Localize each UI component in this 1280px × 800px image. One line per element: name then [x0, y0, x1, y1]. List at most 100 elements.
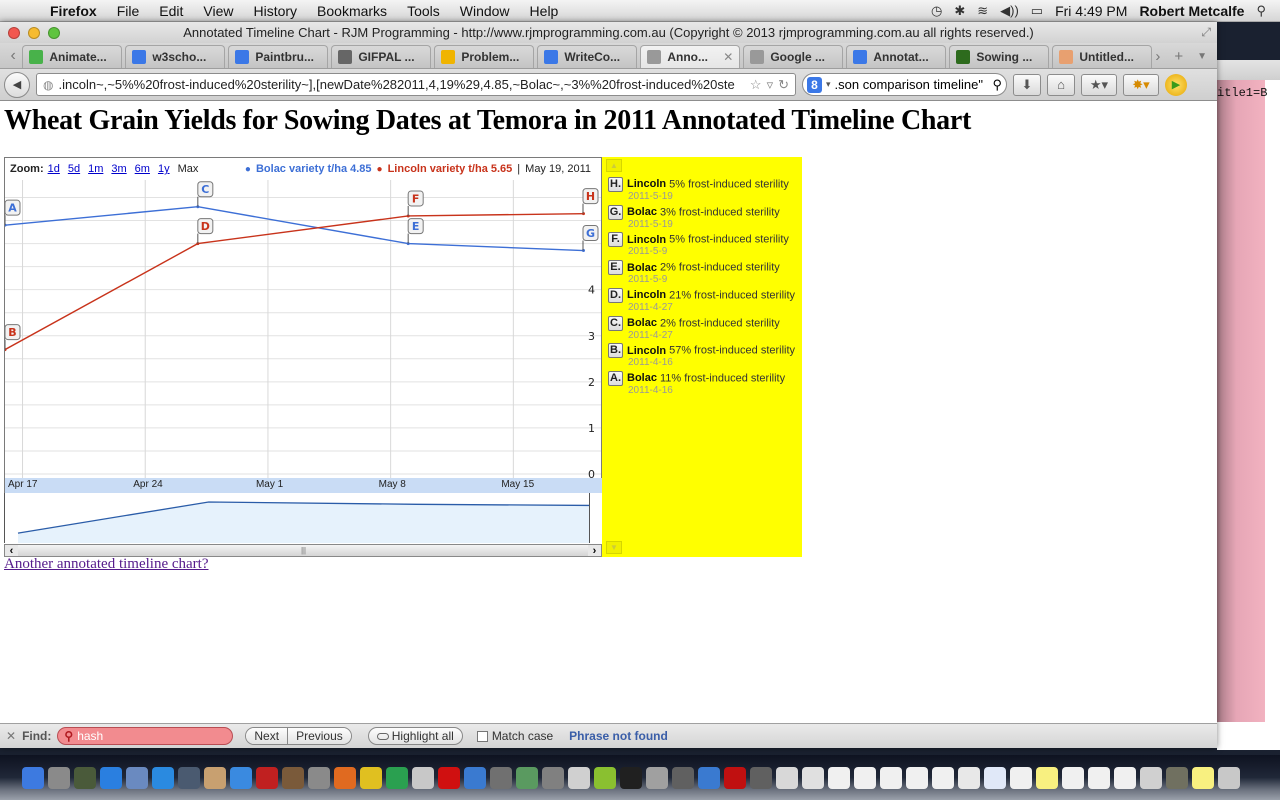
annotation-item[interactable]: A. Bolac 11% frost-induced sterility 2011-4…: [608, 370, 785, 396]
annotation-flag-A[interactable]: A: [5, 199, 21, 226]
dock-app-icon[interactable]: [152, 766, 174, 789]
dock-app-icon[interactable]: [1010, 766, 1032, 789]
annotation-flag-H[interactable]: H: [582, 188, 599, 214]
tab-8[interactable]: Google ...: [743, 45, 844, 68]
annotation-item[interactable]: D. Lincoln 21% frost-induced sterility 2011…: [608, 287, 795, 313]
annotation-letter[interactable]: C.: [608, 315, 623, 331]
dock-app-icon[interactable]: [516, 766, 538, 789]
tab-11[interactable]: Untitled...: [1052, 45, 1153, 68]
zoom-1m-link[interactable]: 1m: [88, 163, 103, 175]
bookmarks-button[interactable]: ★▾: [1081, 73, 1117, 96]
dock-app-icon[interactable]: [282, 766, 304, 789]
annotation-item[interactable]: F. Lincoln 5% frost-induced sterility 2011-…: [608, 232, 789, 257]
dock-app-icon[interactable]: [828, 766, 850, 789]
annotation-item[interactable]: E. Bolac 2% frost-induced sterility 2011-5-…: [608, 260, 780, 285]
clock[interactable]: Fri 4:49 PM: [1055, 3, 1127, 19]
dock-app-icon[interactable]: [204, 766, 226, 789]
annotation-item[interactable]: C. Bolac 2% frost-induced sterility 2011-4-…: [608, 315, 780, 341]
dock-app-icon[interactable]: [1114, 766, 1136, 789]
menu-view[interactable]: View: [193, 3, 243, 19]
dock-app-icon[interactable]: [906, 766, 928, 789]
tab-scroll-left-icon[interactable]: ‹: [4, 44, 22, 68]
url-text[interactable]: .incoln~,~5%%20frost-induced%20sterility…: [58, 77, 744, 92]
dock-app-icon[interactable]: [1218, 766, 1240, 789]
close-window-button[interactable]: [8, 26, 20, 39]
annotation-item[interactable]: H. Lincoln 5% frost-induced sterility 2011-…: [608, 177, 789, 202]
search-magnifier-icon[interactable]: ⚲: [992, 77, 1002, 93]
dock-app-icon[interactable]: [776, 766, 798, 789]
annotation-flag-G[interactable]: G: [582, 225, 599, 251]
dock-app-icon[interactable]: [620, 766, 642, 789]
dock-app-icon[interactable]: [984, 766, 1006, 789]
annotation-flag-D[interactable]: D: [197, 218, 214, 244]
spotlight-search-icon[interactable]: ⚲: [1256, 3, 1266, 19]
wifi-icon[interactable]: ≋: [977, 3, 988, 19]
dock-app-icon[interactable]: [308, 766, 330, 789]
dock-app-icon[interactable]: [594, 766, 616, 789]
dock-app-icon[interactable]: [100, 766, 122, 789]
zoom-1y-link[interactable]: 1y: [158, 163, 170, 175]
menu-help[interactable]: Help: [520, 3, 569, 19]
menu-bookmarks[interactable]: Bookmarks: [307, 3, 397, 19]
annotation-letter[interactable]: F.: [608, 232, 623, 248]
menu-file[interactable]: File: [107, 3, 150, 19]
dock-app-icon[interactable]: [230, 766, 252, 789]
dock-app-icon[interactable]: [880, 766, 902, 789]
annotation-letter[interactable]: H.: [608, 177, 623, 192]
dock-app-icon[interactable]: [256, 766, 278, 789]
annotation-flag-F[interactable]: F: [407, 190, 424, 216]
find-input-value[interactable]: hash: [77, 729, 103, 743]
url-history-dropdown-icon[interactable]: ▿: [767, 77, 774, 93]
list-all-tabs-icon[interactable]: ▼: [1197, 51, 1207, 62]
zoom-3m-link[interactable]: 3m: [111, 163, 126, 175]
annotation-letter[interactable]: E.: [608, 260, 623, 276]
tab-scroll-right-icon[interactable]: ›: [1155, 48, 1160, 65]
tab-9[interactable]: Annotat...: [846, 45, 947, 68]
scroll-grip-icon[interactable]: ||||: [301, 546, 306, 555]
home-button[interactable]: ⌂: [1047, 73, 1075, 96]
find-close-icon[interactable]: ✕: [6, 729, 16, 743]
menu-history[interactable]: History: [243, 3, 307, 19]
highlight-all-button[interactable]: Highlight all: [367, 727, 463, 745]
annotation-letter[interactable]: A.: [608, 370, 623, 386]
user-name[interactable]: Robert Metcalfe: [1139, 3, 1244, 19]
tab-4[interactable]: GIFPAL ...: [331, 45, 432, 68]
another-chart-link[interactable]: Another annotated timeline chart?: [4, 556, 209, 573]
dock-app-icon[interactable]: [1062, 766, 1084, 789]
engine-dropdown-icon[interactable]: ▾: [826, 79, 831, 90]
bluetooth-icon[interactable]: ✱: [954, 3, 965, 19]
tab-6[interactable]: WriteCo...: [537, 45, 638, 68]
zoom-window-button[interactable]: [48, 26, 60, 39]
time-machine-icon[interactable]: ◷: [931, 3, 942, 19]
minimize-window-button[interactable]: [28, 26, 40, 39]
site-identity-icon[interactable]: ◍: [43, 78, 53, 92]
dock-app-icon[interactable]: [1088, 766, 1110, 789]
scroll-left-arrow-icon[interactable]: ‹: [5, 545, 18, 557]
annotations-scroll-up-icon[interactable]: ▲: [606, 159, 622, 172]
dock-app-icon[interactable]: [74, 766, 96, 789]
annotation-letter[interactable]: G.: [608, 204, 623, 220]
dock-app-icon[interactable]: [126, 766, 148, 789]
volume-icon[interactable]: ◀)): [1000, 3, 1019, 19]
annotation-flag-C[interactable]: C: [197, 181, 214, 207]
dock-app-icon[interactable]: [438, 766, 460, 789]
tab-2[interactable]: w3scho...: [125, 45, 226, 68]
tab-3[interactable]: Paintbru...: [228, 45, 329, 68]
back-button[interactable]: ◀: [4, 71, 30, 98]
dock-app-icon[interactable]: [386, 766, 408, 789]
dock-app-icon[interactable]: [542, 766, 564, 789]
dock-app-icon[interactable]: [490, 766, 512, 789]
main-chart-plot[interactable]: 012346ACEGBDFH: [5, 180, 601, 478]
dock-app-icon[interactable]: [802, 766, 824, 789]
dock-app-icon[interactable]: [932, 766, 954, 789]
dock-app-icon[interactable]: [724, 766, 746, 789]
zoom-5d-link[interactable]: 5d: [68, 163, 80, 175]
dock-app-icon[interactable]: [464, 766, 486, 789]
dock-app-icon[interactable]: [1140, 766, 1162, 789]
close-tab-icon[interactable]: ✕: [723, 50, 733, 64]
annotation-item[interactable]: G. Bolac 3% frost-induced sterility 2011-5-…: [608, 204, 780, 230]
dock-app-icon[interactable]: [334, 766, 356, 789]
annotation-letter[interactable]: D.: [608, 287, 623, 303]
menu-window[interactable]: Window: [450, 3, 520, 19]
activity-monitor-icon[interactable]: ▭: [1031, 3, 1043, 19]
